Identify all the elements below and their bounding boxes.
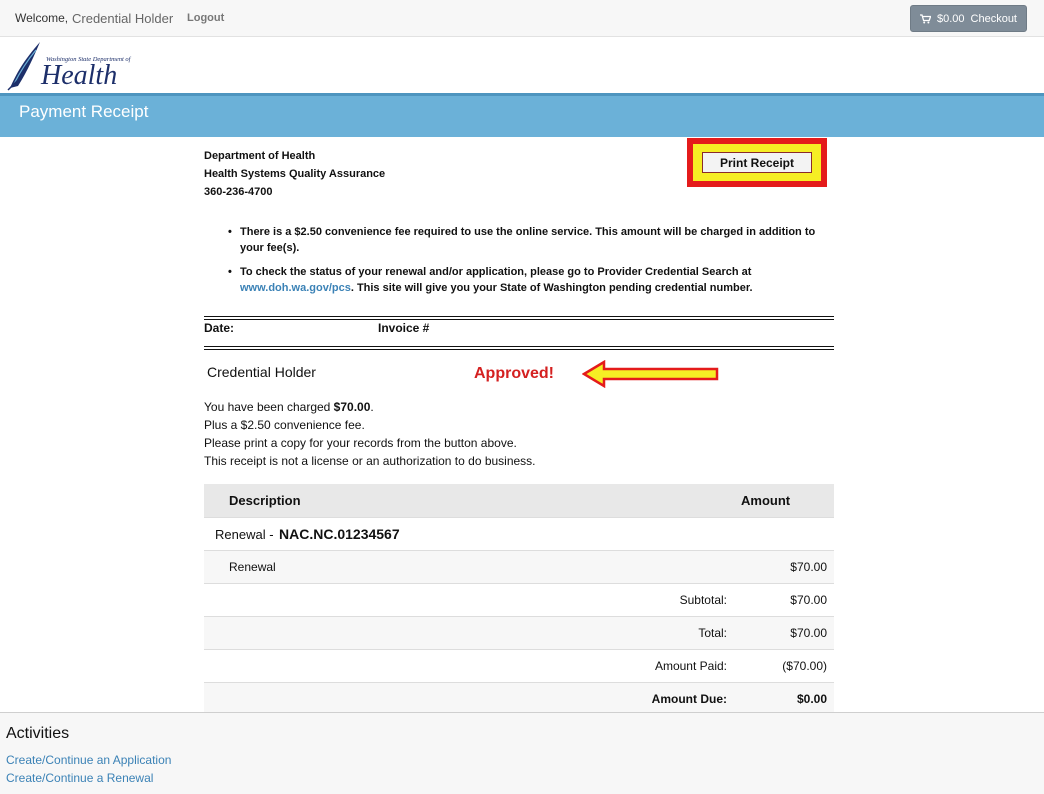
item-description: Renewal (229, 560, 276, 574)
divider-bottom (204, 346, 834, 350)
checkout-button[interactable]: $0.00 Checkout (910, 5, 1027, 32)
charged-amount: $70.00 (333, 400, 371, 414)
table-row-due: Amount Due: $0.00 (204, 682, 834, 715)
create-application-link[interactable]: Create/Continue an Application (6, 753, 171, 767)
approved-status: Approved! (474, 365, 554, 382)
print-receipt-highlight: Print Receipt (687, 138, 827, 187)
table-row-group: Renewal - NAC.NC.01234567 (204, 517, 834, 550)
table-row-subtotal: Subtotal: $70.00 (204, 583, 834, 616)
disclaimer: This receipt is not a license or an auth… (204, 454, 536, 468)
fee-line: Plus a $2.50 convenience fee. (204, 418, 365, 432)
charge-summary: You have been charged $70.00. Plus a $2.… (204, 398, 536, 470)
activities-panel: Activities Create/Continue an Applicatio… (0, 712, 1044, 794)
top-bar: Welcome, Credential Holder Logout $0.00 … (0, 0, 1044, 37)
divider-top (204, 316, 834, 320)
item-amount: $70.00 (790, 560, 827, 574)
activities-title: Activities (6, 725, 70, 742)
org-phone: 360-236-4700 (204, 186, 273, 198)
table-row: Renewal $70.00 (204, 550, 834, 583)
welcome-text: Welcome, (15, 11, 69, 25)
table-row-paid: Amount Paid: ($70.00) (204, 649, 834, 682)
print-instruction: Please print a copy for your records fro… (204, 436, 517, 450)
table-row-total: Total: $70.00 (204, 616, 834, 649)
org-division: Health Systems Quality Assurance (204, 168, 386, 180)
pcs-link[interactable]: www.doh.wa.gov/pcs (240, 282, 351, 294)
date-label: Date: (204, 321, 235, 335)
invoice-label: Invoice # (378, 321, 430, 335)
username: Credential Holder (72, 11, 174, 26)
create-renewal-link[interactable]: Create/Continue a Renewal (6, 771, 153, 785)
feather-logo-icon (7, 42, 40, 91)
table-header: Description Amount (204, 484, 834, 517)
shopping-cart-icon (919, 13, 931, 23)
col-description: Description (229, 493, 301, 508)
holder-name: Credential Holder (207, 364, 316, 380)
organization-info: Department of Health Health Systems Qual… (204, 147, 385, 201)
arrow-left-icon (582, 360, 719, 388)
paid-label: Amount Paid: (654, 659, 727, 673)
notice-list: There is a $2.50 convenience fee require… (228, 224, 834, 304)
paid-value: ($70.00) (782, 659, 827, 673)
receipt-table: Description Amount Renewal - NAC.NC.0123… (204, 484, 834, 715)
total-value: $70.00 (790, 626, 827, 640)
status-notice-tail: . This site will give you your State of … (350, 282, 753, 294)
logo-title: Health (41, 60, 118, 91)
status-notice-text: To check the status of your renewal and/… (240, 266, 752, 278)
print-receipt-button[interactable]: Print Receipt (702, 152, 812, 173)
subtotal-label: Subtotal: (679, 593, 727, 607)
checkout-label: Checkout (970, 12, 1017, 25)
cart-amount: $0.00 (936, 12, 965, 25)
org-name: Department of Health (204, 150, 316, 162)
col-amount: Amount (741, 493, 791, 508)
total-label: Total: (698, 626, 727, 640)
status-notice: To check the status of your renewal and/… (228, 264, 834, 296)
credential-id: NAC.NC.01234567 (279, 526, 400, 542)
subtotal-value: $70.00 (790, 593, 827, 607)
page-title: Payment Receipt (19, 102, 149, 121)
group-prefix: Renewal - (215, 527, 274, 542)
fee-notice: There is a $2.50 convenience fee require… (228, 224, 834, 256)
logout-link[interactable]: Logout (187, 12, 224, 24)
doh-logo[interactable]: Washington State Department of Health (6, 40, 130, 92)
print-receipt-highlight-inner: Print Receipt (693, 144, 821, 181)
page-title-bar: Payment Receipt (0, 93, 1044, 137)
charge-line: You have been charged $70.00. (204, 400, 374, 414)
